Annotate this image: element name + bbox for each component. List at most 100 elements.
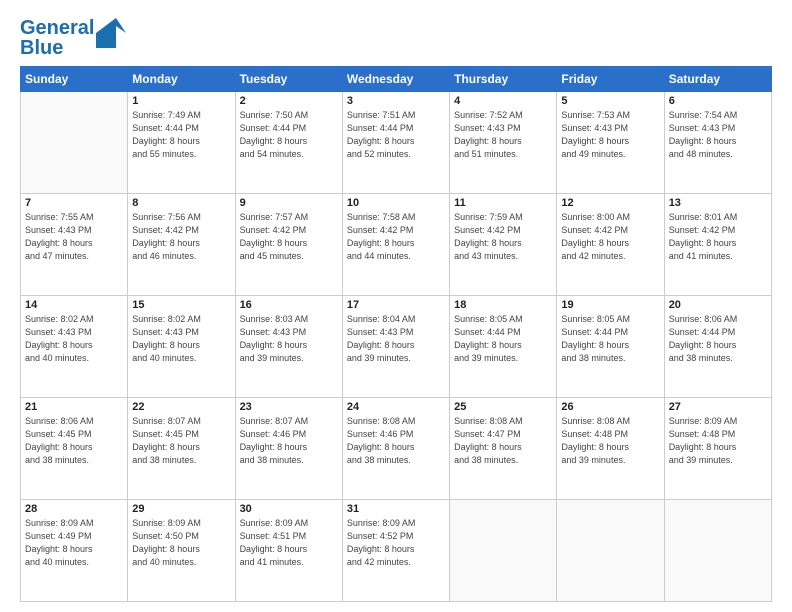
day-cell: 21 Sunrise: 8:06 AM Sunset: 4:45 PM Dayli… (21, 398, 128, 500)
logo-arrow-icon (96, 18, 126, 48)
day-info: Sunrise: 8:07 AM Sunset: 4:46 PM Dayligh… (240, 415, 338, 467)
day-cell (450, 500, 557, 602)
day-cell: 2 Sunrise: 7:50 AM Sunset: 4:44 PM Daylig… (235, 92, 342, 194)
day-info: Sunrise: 7:56 AM Sunset: 4:42 PM Dayligh… (132, 211, 230, 263)
day-cell: 19Sunrise: 8:05 AM Sunset: 4:44 PM Dayli… (557, 296, 664, 398)
day-cell: 5 Sunrise: 7:53 AM Sunset: 4:43 PM Daylig… (557, 92, 664, 194)
day-info: Sunrise: 8:08 AM Sunset: 4:46 PM Dayligh… (347, 415, 445, 467)
day-number: 25 (454, 401, 552, 413)
weekday-header-saturday: Saturday (664, 67, 771, 92)
day-number: 14 (25, 299, 123, 311)
day-number: 19 (561, 299, 659, 311)
weekday-header-sunday: Sunday (21, 67, 128, 92)
day-cell: 11 Sunrise: 7:59 AM Sunset: 4:42 PM Dayli… (450, 194, 557, 296)
day-cell: 22 Sunrise: 8:07 AM Sunset: 4:45 PM Dayli… (128, 398, 235, 500)
day-number: 7 (25, 197, 123, 209)
day-cell: 17 Sunrise: 8:04 AM Sunset: 4:43 PM Dayli… (342, 296, 449, 398)
day-cell: 10Sunrise: 7:58 AM Sunset: 4:42 PM Dayli… (342, 194, 449, 296)
day-info: Sunrise: 8:08 AM Sunset: 4:47 PM Dayligh… (454, 415, 552, 467)
day-cell: 6 Sunrise: 7:54 AM Sunset: 4:43 PM Daylig… (664, 92, 771, 194)
day-info: Sunrise: 7:52 AM Sunset: 4:43 PM Dayligh… (454, 109, 552, 161)
weekday-header-monday: Monday (128, 67, 235, 92)
day-cell: 23 Sunrise: 8:07 AM Sunset: 4:46 PM Dayli… (235, 398, 342, 500)
day-cell (664, 500, 771, 602)
day-number: 4 (454, 95, 552, 107)
day-number: 12 (561, 197, 659, 209)
week-row-4: 21 Sunrise: 8:06 AM Sunset: 4:45 PM Dayli… (21, 398, 772, 500)
logo: General Blue (20, 18, 126, 58)
day-cell: 9 Sunrise: 7:57 AM Sunset: 4:42 PM Daylig… (235, 194, 342, 296)
day-number: 20 (669, 299, 767, 311)
day-number: 26 (561, 401, 659, 413)
day-number: 5 (561, 95, 659, 107)
day-number: 8 (132, 197, 230, 209)
day-cell: 30 Sunrise: 8:09 AM Sunset: 4:51 PM Dayli… (235, 500, 342, 602)
day-info: Sunrise: 8:03 AM Sunset: 4:43 PM Dayligh… (240, 313, 338, 365)
day-cell: 20 Sunrise: 8:06 AM Sunset: 4:44 PM Dayli… (664, 296, 771, 398)
day-cell: 1Sunrise: 7:49 AM Sunset: 4:44 PM Daylig… (128, 92, 235, 194)
day-info: Sunrise: 8:09 AM Sunset: 4:49 PM Dayligh… (25, 517, 123, 569)
day-info: Sunrise: 8:01 AM Sunset: 4:42 PM Dayligh… (669, 211, 767, 263)
day-number: 28 (25, 503, 123, 515)
day-info: Sunrise: 8:00 AM Sunset: 4:42 PM Dayligh… (561, 211, 659, 263)
day-cell: 15Sunrise: 8:02 AM Sunset: 4:43 PM Dayli… (128, 296, 235, 398)
day-cell: 29Sunrise: 8:09 AM Sunset: 4:50 PM Dayli… (128, 500, 235, 602)
day-number: 27 (669, 401, 767, 413)
day-info: Sunrise: 7:50 AM Sunset: 4:44 PM Dayligh… (240, 109, 338, 161)
day-info: Sunrise: 8:09 AM Sunset: 4:50 PM Dayligh… (132, 517, 230, 569)
day-cell: 14 Sunrise: 8:02 AM Sunset: 4:43 PM Dayli… (21, 296, 128, 398)
day-number: 17 (347, 299, 445, 311)
day-cell: 3 Sunrise: 7:51 AM Sunset: 4:44 PM Daylig… (342, 92, 449, 194)
week-row-3: 14 Sunrise: 8:02 AM Sunset: 4:43 PM Dayli… (21, 296, 772, 398)
day-cell: 7 Sunrise: 7:55 AM Sunset: 4:43 PM Daylig… (21, 194, 128, 296)
day-info: Sunrise: 7:49 AM Sunset: 4:44 PM Dayligh… (132, 109, 230, 161)
day-number: 11 (454, 197, 552, 209)
day-cell: 27 Sunrise: 8:09 AM Sunset: 4:48 PM Dayli… (664, 398, 771, 500)
day-number: 15 (132, 299, 230, 311)
day-cell: 18 Sunrise: 8:05 AM Sunset: 4:44 PM Dayli… (450, 296, 557, 398)
day-number: 16 (240, 299, 338, 311)
weekday-header-tuesday: Tuesday (235, 67, 342, 92)
day-info: Sunrise: 8:04 AM Sunset: 4:43 PM Dayligh… (347, 313, 445, 365)
day-number: 2 (240, 95, 338, 107)
weekday-header-row: SundayMondayTuesdayWednesdayThursdayFrid… (21, 67, 772, 92)
day-number: 21 (25, 401, 123, 413)
day-number: 22 (132, 401, 230, 413)
day-number: 30 (240, 503, 338, 515)
day-number: 23 (240, 401, 338, 413)
day-info: Sunrise: 7:57 AM Sunset: 4:42 PM Dayligh… (240, 211, 338, 263)
day-number: 13 (669, 197, 767, 209)
day-info: Sunrise: 7:53 AM Sunset: 4:43 PM Dayligh… (561, 109, 659, 161)
week-row-5: 28 Sunrise: 8:09 AM Sunset: 4:49 PM Dayli… (21, 500, 772, 602)
day-number: 3 (347, 95, 445, 107)
day-info: Sunrise: 8:02 AM Sunset: 4:43 PM Dayligh… (25, 313, 123, 365)
day-info: Sunrise: 8:06 AM Sunset: 4:44 PM Dayligh… (669, 313, 767, 365)
weekday-header-friday: Friday (557, 67, 664, 92)
day-number: 18 (454, 299, 552, 311)
day-info: Sunrise: 7:51 AM Sunset: 4:44 PM Dayligh… (347, 109, 445, 161)
day-info: Sunrise: 7:59 AM Sunset: 4:42 PM Dayligh… (454, 211, 552, 263)
day-number: 24 (347, 401, 445, 413)
weekday-header-thursday: Thursday (450, 67, 557, 92)
day-info: Sunrise: 8:08 AM Sunset: 4:48 PM Dayligh… (561, 415, 659, 467)
day-info: Sunrise: 7:54 AM Sunset: 4:43 PM Dayligh… (669, 109, 767, 161)
day-cell: 12 Sunrise: 8:00 AM Sunset: 4:42 PM Dayli… (557, 194, 664, 296)
day-info: Sunrise: 8:09 AM Sunset: 4:52 PM Dayligh… (347, 517, 445, 569)
day-info: Sunrise: 8:06 AM Sunset: 4:45 PM Dayligh… (25, 415, 123, 467)
day-cell: 31 Sunrise: 8:09 AM Sunset: 4:52 PM Dayli… (342, 500, 449, 602)
page: General Blue SundayMondayTuesdayWednesda… (0, 0, 792, 612)
day-cell: 4 Sunrise: 7:52 AM Sunset: 4:43 PM Daylig… (450, 92, 557, 194)
day-number: 9 (240, 197, 338, 209)
day-number: 31 (347, 503, 445, 515)
day-cell (21, 92, 128, 194)
day-cell: 24 Sunrise: 8:08 AM Sunset: 4:46 PM Dayli… (342, 398, 449, 500)
logo-text: General Blue (20, 18, 94, 58)
day-info: Sunrise: 8:07 AM Sunset: 4:45 PM Dayligh… (132, 415, 230, 467)
day-info: Sunrise: 8:09 AM Sunset: 4:48 PM Dayligh… (669, 415, 767, 467)
day-info: Sunrise: 7:55 AM Sunset: 4:43 PM Dayligh… (25, 211, 123, 263)
day-info: Sunrise: 8:09 AM Sunset: 4:51 PM Dayligh… (240, 517, 338, 569)
header: General Blue (20, 18, 772, 58)
day-number: 6 (669, 95, 767, 107)
day-cell: 28 Sunrise: 8:09 AM Sunset: 4:49 PM Dayli… (21, 500, 128, 602)
day-info: Sunrise: 8:05 AM Sunset: 4:44 PM Dayligh… (454, 313, 552, 365)
